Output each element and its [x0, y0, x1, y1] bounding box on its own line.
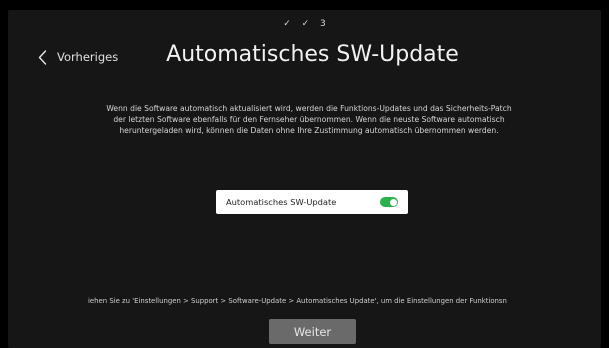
setting-label: Automatisches SW-Update [226, 197, 337, 207]
step-3-current: 3 [320, 19, 326, 29]
description-line: heruntergeladen wird, können die Daten o… [119, 126, 499, 135]
description: Wenn die Software automatisch aktualisie… [78, 103, 540, 136]
step-2-check: ✓ [301, 19, 310, 29]
auto-update-toggle[interactable] [380, 197, 398, 207]
page-title: Automatisches SW-Update [166, 42, 459, 67]
settings-hint: iehen Sie zu 'Einstellungen > Support > … [88, 297, 507, 305]
step-indicator: ✓ ✓ 3 [0, 19, 609, 29]
step-1-check: ✓ [283, 19, 291, 29]
auto-update-setting-row[interactable]: Automatisches SW-Update [216, 190, 408, 214]
screen: ✓ ✓ 3 Vorheriges Automatisches SW-Update… [0, 0, 609, 348]
description-line: Wenn die Software automatisch aktualisie… [106, 104, 512, 113]
toggle-knob [389, 198, 397, 206]
description-line: der letzten Software ebenfalls für den F… [113, 115, 505, 124]
next-button[interactable]: Weiter [269, 319, 356, 344]
